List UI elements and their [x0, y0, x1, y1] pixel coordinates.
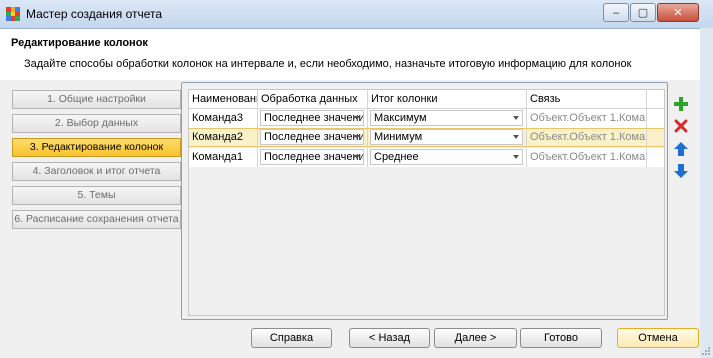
processing-value: Последнее значение	[264, 112, 364, 124]
window-controls: – ▢ ✕	[602, 3, 699, 22]
row-link-cell: Объект.Объект 1.Команда 3	[527, 109, 647, 128]
row-total-cell: Минимум	[368, 129, 527, 146]
processing-dropdown[interactable]: Последнее значение	[260, 110, 364, 126]
back-button[interactable]: < Назад	[349, 328, 430, 348]
row-processing-cell: Последнее значение	[258, 109, 368, 128]
row-link-cell: Объект.Объект 1.Команда 1	[527, 148, 647, 167]
row-total-cell: Среднее	[368, 148, 527, 167]
delete-icon	[674, 119, 688, 133]
step-save-schedule[interactable]: 6. Расписание сохранения отчета	[12, 210, 181, 229]
processing-dropdown[interactable]: Последнее значение	[260, 129, 364, 145]
move-down-button[interactable]	[671, 161, 691, 181]
total-dropdown[interactable]: Максимум	[370, 110, 523, 126]
maximize-button[interactable]: ▢	[630, 3, 656, 22]
step-general-settings[interactable]: 1. Общие настройки	[12, 90, 181, 109]
row-name-cell: Команда2	[189, 129, 258, 146]
processing-value: Последнее значение	[264, 151, 364, 163]
total-value: Максимум	[374, 112, 427, 124]
page-description: Задайте способы обработки колонок на инт…	[24, 58, 632, 70]
wizard-header: Редактирование колонок Задайте способы о…	[0, 29, 713, 80]
table-row[interactable]: Команда1 Последнее значение Среднее Объе…	[189, 148, 664, 167]
column-header-processing[interactable]: Обработка данных	[258, 90, 368, 108]
total-value: Минимум	[374, 131, 423, 143]
next-button[interactable]: Далее >	[434, 328, 517, 348]
chevron-down-icon	[513, 155, 519, 159]
window-right-edge	[700, 28, 713, 358]
chevron-down-icon	[513, 135, 519, 139]
step-data-selection[interactable]: 2. Выбор данных	[12, 114, 181, 133]
row-total-cell: Максимум	[368, 109, 527, 128]
chevron-down-icon	[354, 155, 360, 159]
column-header-total[interactable]: Итог колонки	[368, 90, 527, 108]
columns-panel: Наименование Обработка данных Итог колон…	[181, 82, 668, 320]
column-header-link[interactable]: Связь	[527, 90, 647, 108]
cancel-button[interactable]: Отмена	[617, 328, 699, 348]
table-row[interactable]: Команда3 Последнее значение Максимум Объ…	[189, 109, 664, 128]
row-link-cell: Объект.Объект 1.Команда 2	[527, 129, 647, 146]
row-name-cell: Команда1	[189, 148, 258, 167]
resize-grip-icon[interactable]	[701, 346, 711, 356]
minimize-button[interactable]: –	[603, 3, 629, 22]
app-icon	[6, 7, 20, 21]
row-name-cell: Команда3	[189, 109, 258, 128]
step-themes[interactable]: 5. Темы	[12, 186, 181, 205]
chevron-down-icon	[513, 116, 519, 120]
table-row[interactable]: Команда2 Последнее значение Минимум Объе…	[189, 128, 664, 147]
title-bar: Мастер создания отчета – ▢ ✕	[0, 0, 713, 29]
move-up-icon	[674, 142, 688, 156]
total-dropdown[interactable]: Среднее	[370, 149, 523, 165]
step-edit-columns[interactable]: 3. Редактирование колонок	[12, 138, 181, 157]
move-down-icon	[674, 164, 688, 178]
total-value: Среднее	[374, 151, 419, 163]
processing-dropdown[interactable]: Последнее значение	[260, 149, 364, 165]
add-icon	[674, 97, 688, 111]
close-button[interactable]: ✕	[657, 3, 699, 22]
chevron-down-icon	[354, 135, 360, 139]
total-dropdown[interactable]: Минимум	[370, 129, 523, 145]
finish-button[interactable]: Готово	[520, 328, 602, 348]
column-header-name[interactable]: Наименование	[189, 90, 258, 108]
processing-value: Последнее значение	[264, 131, 364, 143]
delete-row-button[interactable]	[671, 116, 691, 136]
help-button[interactable]: Справка	[251, 328, 332, 348]
columns-grid: Наименование Обработка данных Итог колон…	[188, 89, 665, 316]
row-processing-cell: Последнее значение	[258, 129, 368, 146]
move-up-button[interactable]	[671, 139, 691, 159]
add-row-button[interactable]	[671, 94, 691, 114]
row-processing-cell: Последнее значение	[258, 148, 368, 167]
wizard-steps: 1. Общие настройки 2. Выбор данных 3. Ре…	[12, 90, 181, 234]
grid-header: Наименование Обработка данных Итог колон…	[189, 90, 664, 109]
step-header-total[interactable]: 4. Заголовок и итог отчета	[12, 162, 181, 181]
chevron-down-icon	[354, 116, 360, 120]
page-title: Редактирование колонок	[11, 37, 148, 49]
window-title: Мастер создания отчета	[26, 7, 163, 21]
